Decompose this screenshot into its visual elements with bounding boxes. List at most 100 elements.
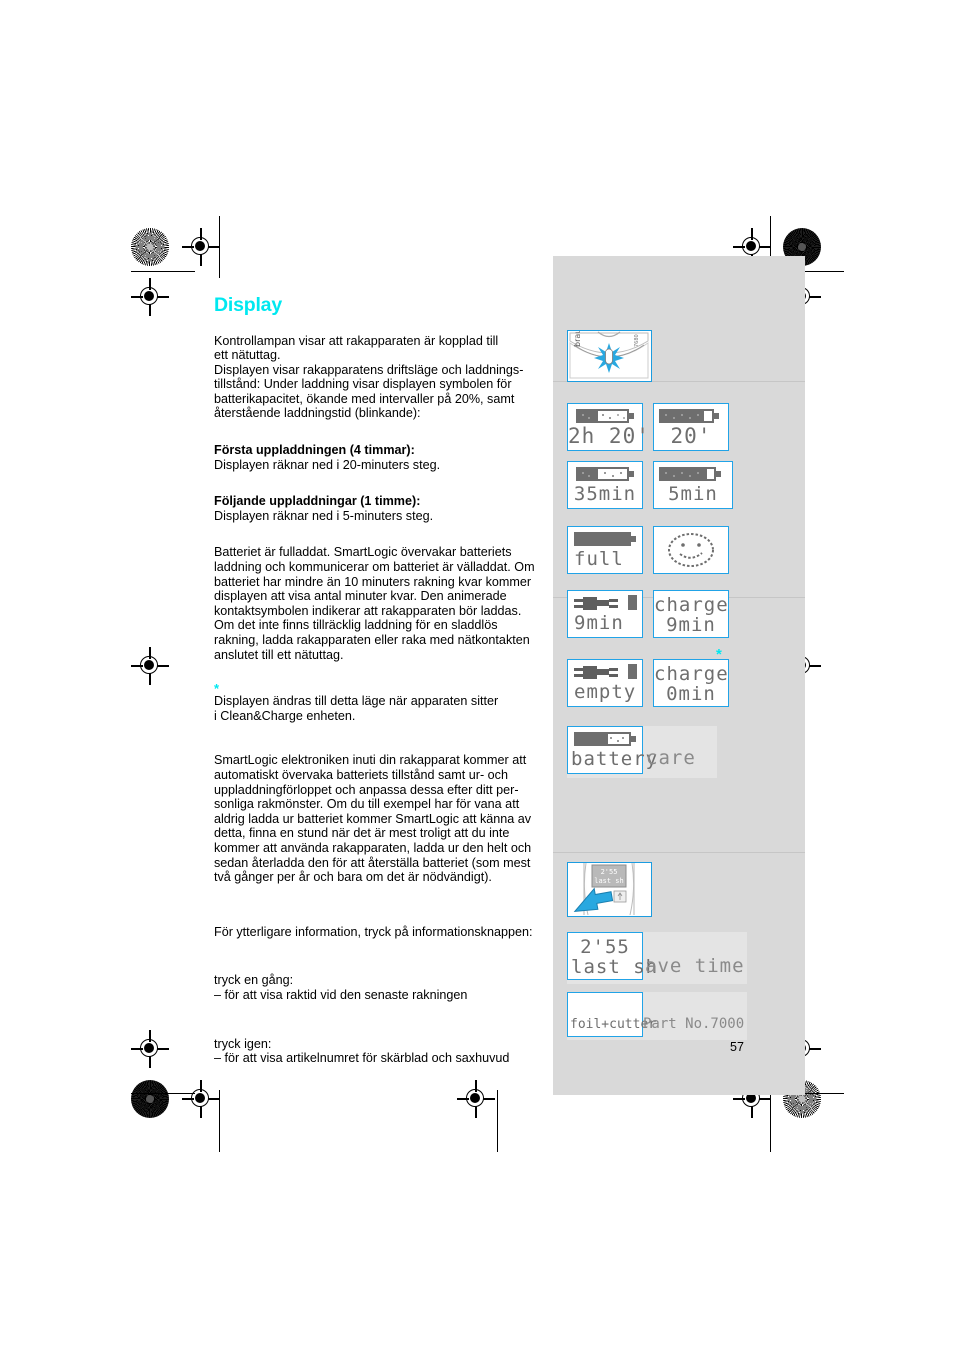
- plug-icon: [574, 595, 624, 611]
- shaver-led-illustration: braun 7680: [569, 331, 649, 379]
- press-again-text: – för att visa artikelnumret för skärbla…: [214, 1051, 510, 1066]
- crosshair-bottom-left-inner: [182, 1080, 220, 1118]
- page-number: 57: [730, 1040, 744, 1054]
- lcd-text-foilcutter: foil+cutter: [570, 1017, 657, 1032]
- page-title: Display: [214, 294, 282, 316]
- photo-display-line-2: last sh: [594, 877, 624, 885]
- trim-rule-bottom-right-v: [770, 1090, 772, 1152]
- next-charge-text: Displayen räknar ned i 5-minuters steg.: [214, 508, 434, 523]
- svg-text:7680: 7680: [634, 334, 640, 347]
- battery-icon-40: [576, 409, 634, 423]
- lcd-text-lastshave-time: 2'55: [580, 936, 630, 958]
- press-once-text: – för att visa raktid vid den senaste ra…: [214, 987, 468, 1002]
- lcd-text-20: 20': [670, 424, 712, 448]
- full-battery-line-8: anslutet till ett nätuttag.: [214, 647, 344, 662]
- lcd-text-35min: 35min: [573, 483, 637, 505]
- registration-starburst-top-left: [131, 228, 169, 266]
- lcd-text-charge-2: charge: [654, 663, 729, 685]
- lcd-charge-35min: 35min: [567, 461, 643, 509]
- crosshair-top-left-outer: [131, 278, 169, 316]
- intro-line-3: Displayen visar rakapparatens driftsläge…: [214, 362, 524, 377]
- svg-text:braun: braun: [573, 331, 582, 347]
- lcd-charge-2h20: 2h 20': [567, 403, 650, 451]
- first-charge-block: Första uppladdningen (4 timmar): Display…: [214, 443, 544, 472]
- next-charge-block: Följande uppladdningar (1 timme): Displa…: [214, 494, 544, 523]
- smartlogic-line-6: detta, finna en stund när det är mest tr…: [214, 826, 510, 841]
- shaver-info-illustration: 2'55 last sh: [573, 863, 635, 916]
- lcd-plug-9min: 9min: [567, 590, 643, 638]
- intro-line-2: ett nätuttag.: [214, 348, 281, 363]
- lcd-text-lastshave-in: last sh: [571, 956, 659, 978]
- smartlogic-line-3: uppladdningförloppet och anpassa dessa e…: [214, 782, 519, 797]
- footnote-line-1: Displayen ändras till detta läge när app…: [214, 694, 499, 709]
- lcd-text-9min: 9min: [574, 612, 624, 634]
- full-battery-line-6: Om det inte finns tillräcklig laddning f…: [214, 618, 498, 633]
- trim-rule-top-left-h: [131, 271, 195, 273]
- crosshair-top-left-inner: [182, 228, 220, 266]
- footnote-line-2: i Clean&Charge enheten.: [214, 708, 356, 723]
- lcd-text-charge-1: charge: [654, 594, 729, 616]
- press-once-heading: tryck en gång:: [214, 973, 294, 988]
- full-battery-line-1: Batteriet är fulladdat. SmartLogic överv…: [214, 545, 512, 560]
- photo-display-line-1: 2'55: [601, 868, 618, 876]
- lcd-charge-0min: charge 0min: [653, 659, 729, 707]
- footnote-paragraph: * Displayen ändras till detta läge när a…: [214, 682, 544, 723]
- lcd-text-battery: battery: [571, 748, 659, 770]
- plug-icon-empty: [574, 664, 624, 680]
- crosshair-mid-left: [131, 647, 169, 685]
- lcd-text-2h20: 2h 20': [568, 424, 650, 448]
- smartlogic-line-8: sedan återladda den för att återställa b…: [214, 855, 531, 870]
- full-battery-line-3: batteriet har mindre än 10 minuters rakn…: [214, 574, 532, 589]
- smartlogic-paragraph: SmartLogic elektroniken inuti din rakapp…: [214, 753, 544, 884]
- lcd-text-charge-0min: 0min: [666, 683, 716, 705]
- smartlogic-line-5: aldrig ladda ur batteriet kommer SmartLo…: [214, 811, 532, 826]
- battery-icon-80-b: [659, 467, 721, 481]
- lcd-charge-20: 20': [653, 403, 729, 451]
- full-battery-line-7: rakning, ladda rakapparaten eller raka m…: [214, 633, 530, 647]
- lcd-overflow-care: care: [646, 747, 696, 769]
- illustration-panel: braun 7680 2h 20' 20' 35min 5min full 9m…: [553, 256, 805, 1095]
- lcd-overflow-lastshave: ave time: [645, 955, 745, 977]
- intro-line-1: Kontrollampan visar att rakapparaten är …: [214, 333, 499, 348]
- crosshair-bottom-center: [457, 1080, 495, 1118]
- lcd-last-shave: 2'55 last sh: [567, 932, 659, 980]
- trim-rule-bottom-left-v: [219, 1090, 221, 1152]
- lcd-plug-empty: empty: [567, 659, 643, 707]
- pointer-arrow-icon: [573, 887, 614, 912]
- smartlogic-line-9: två gånger per år och bara om det är nöd…: [214, 870, 492, 885]
- more-info-text: För ytterligare information, tryck på in…: [214, 924, 533, 939]
- lcd-overflow-partno: Part No.7000: [643, 1016, 745, 1032]
- full-battery-line-5: kontaktsymbolen indikerar att rakapparat…: [214, 603, 522, 618]
- smartlogic-line-1: SmartLogic elektroniken inuti din rakapp…: [214, 753, 527, 768]
- lcd-charge-9min: charge 9min: [653, 590, 729, 638]
- first-charge-heading: Första uppladdningen (4 timmar):: [214, 443, 415, 458]
- smartlogic-line-4: sonliga rakmönster. Om du till exempel h…: [214, 797, 520, 812]
- manual-page: Display Kontrollampan visar att rakappar…: [0, 0, 954, 1351]
- press-once-block: tryck en gång: – för att visa raktid vid…: [214, 973, 544, 1002]
- illustration-footnote-asterisk: *: [716, 646, 722, 663]
- battery-icon-100: [574, 532, 636, 546]
- lcd-text-full: full: [574, 548, 624, 570]
- shaver-led-photo: braun 7680: [567, 330, 652, 382]
- battery-icon-80: [659, 409, 719, 423]
- press-again-block: tryck igen: – för att visa artikelnumret…: [214, 1037, 544, 1066]
- smartlogic-line-7: kommer att använda rakapparaten, ladda u…: [214, 840, 532, 855]
- trim-rule-bottom-left-h: [131, 1093, 195, 1095]
- crosshair-bottom-left-outer: [131, 1030, 169, 1068]
- trim-rule-top-left-v: [219, 216, 221, 278]
- intro-line-4: tillstånd: Under laddning visar displaye…: [214, 377, 512, 392]
- lcd-text-5min: 5min: [668, 483, 718, 505]
- intro-line-6: återstående laddningstid (blinkande):: [214, 406, 421, 421]
- next-charge-heading: Följande uppladdningar (1 timme):: [214, 494, 421, 509]
- lcd-part-number: foil+cutter: [567, 992, 657, 1037]
- panel-divider-3: [553, 852, 805, 853]
- shaver-info-button-photo: 2'55 last sh: [567, 862, 652, 917]
- smiley-face-icon: [668, 533, 714, 567]
- intro-line-5: batterikapacitet, ökande med intervaller…: [214, 391, 515, 406]
- battery-icon-40-b: [576, 467, 634, 481]
- full-battery-line-4: displayen att visa antal minuter kvar. D…: [214, 589, 507, 604]
- battery-icon-60: [574, 732, 636, 746]
- registration-starburst-bottom-left: [131, 1080, 169, 1118]
- lcd-battery-care: battery: [567, 726, 659, 774]
- first-charge-text: Displayen räknar ned i 20-minuters steg.: [214, 457, 441, 472]
